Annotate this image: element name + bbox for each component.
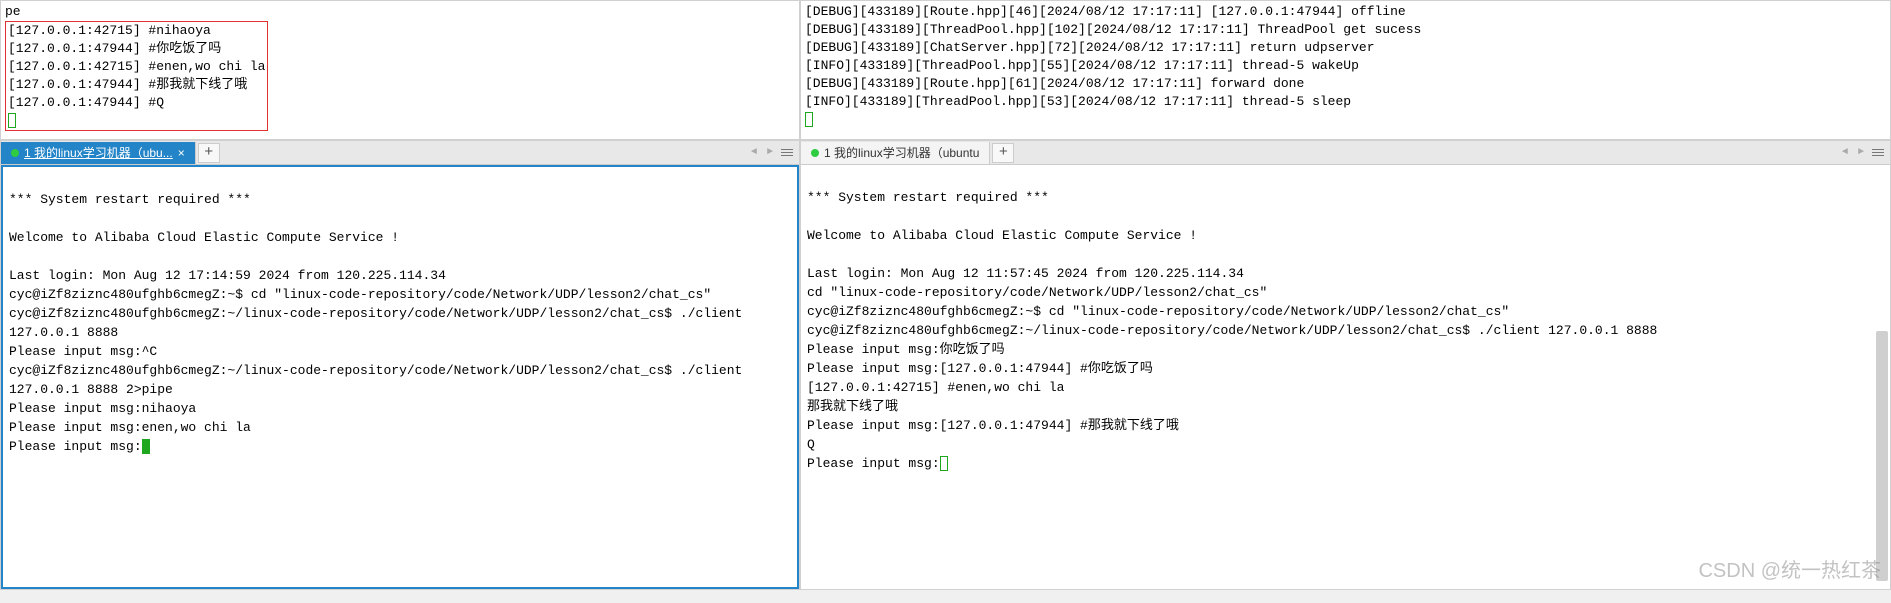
log-line: [DEBUG][433189][ChatServer.hpp][72][2024…: [805, 39, 1886, 57]
tabbar: 1 我的linux学习机器（ubu... × + ◄ ►: [1, 141, 799, 165]
bottom-left-pane: 1 我的linux学习机器（ubu... × + ◄ ► *** System …: [0, 140, 800, 590]
tab-next-icon[interactable]: ►: [1854, 146, 1868, 160]
highlighted-output: [127.0.0.1:42715] #nihaoya [127.0.0.1:47…: [5, 21, 268, 131]
log-line: [127.0.0.1:42715] #enen,wo chi la: [8, 58, 265, 76]
tab-menu-icon[interactable]: [1870, 145, 1886, 161]
log-line: [127.0.0.1:47944] #你吃饭了吗: [8, 40, 265, 58]
tab-session-1[interactable]: 1 我的linux学习机器（ubu... ×: [1, 142, 196, 164]
top-right-terminal[interactable]: [DEBUG][433189][Route.hpp][46][2024/08/1…: [800, 0, 1891, 140]
cursor-icon: [940, 456, 948, 471]
tab-session-1[interactable]: 1 我的linux学习机器（ubuntu: [801, 142, 990, 164]
terminal-text: *** System restart required *** Welcome …: [807, 190, 1657, 471]
log-line: [127.0.0.1:47944] #Q: [8, 94, 265, 112]
log-line: [INFO][433189][ThreadPool.hpp][55][2024/…: [805, 57, 1886, 75]
new-tab-button[interactable]: +: [992, 143, 1014, 163]
new-tab-button[interactable]: +: [198, 143, 220, 163]
cursor-icon: [805, 112, 813, 127]
log-line: [127.0.0.1:47944] #那我就下线了哦: [8, 76, 265, 94]
log-line: [127.0.0.1:42715] #nihaoya: [8, 22, 265, 40]
log-line: [DEBUG][433189][Route.hpp][46][2024/08/1…: [805, 3, 1886, 21]
close-icon[interactable]: ×: [178, 146, 185, 160]
tab-menu-icon[interactable]: [779, 145, 795, 161]
stray-text: pe: [5, 3, 795, 21]
bottom-right-pane: 1 我的linux学习机器（ubuntu + ◄ ► *** System re…: [800, 140, 1891, 590]
tab-label: 1 我的linux学习机器（ubu...: [24, 144, 173, 161]
scrollbar-thumb[interactable]: [1876, 331, 1888, 581]
top-left-terminal[interactable]: pe [127.0.0.1:42715] #nihaoya [127.0.0.1…: [0, 0, 800, 140]
tabbar: 1 我的linux学习机器（ubuntu + ◄ ►: [801, 141, 1890, 165]
terminal-text: *** System restart required *** Welcome …: [9, 192, 750, 454]
terminal-body[interactable]: *** System restart required *** Welcome …: [801, 165, 1890, 589]
status-dot-icon: [11, 149, 19, 157]
terminal-body[interactable]: *** System restart required *** Welcome …: [1, 165, 799, 589]
tab-next-icon[interactable]: ►: [763, 146, 777, 160]
log-line: [DEBUG][433189][ThreadPool.hpp][102][202…: [805, 21, 1886, 39]
cursor-icon: [142, 439, 150, 454]
log-line: [INFO][433189][ThreadPool.hpp][53][2024/…: [805, 93, 1886, 111]
tab-prev-icon[interactable]: ◄: [1838, 146, 1852, 160]
tab-prev-icon[interactable]: ◄: [747, 146, 761, 160]
tab-label: 1 我的linux学习机器（ubuntu: [824, 144, 979, 161]
cursor-icon: [8, 113, 16, 128]
status-dot-icon: [811, 149, 819, 157]
log-line: [DEBUG][433189][Route.hpp][61][2024/08/1…: [805, 75, 1886, 93]
